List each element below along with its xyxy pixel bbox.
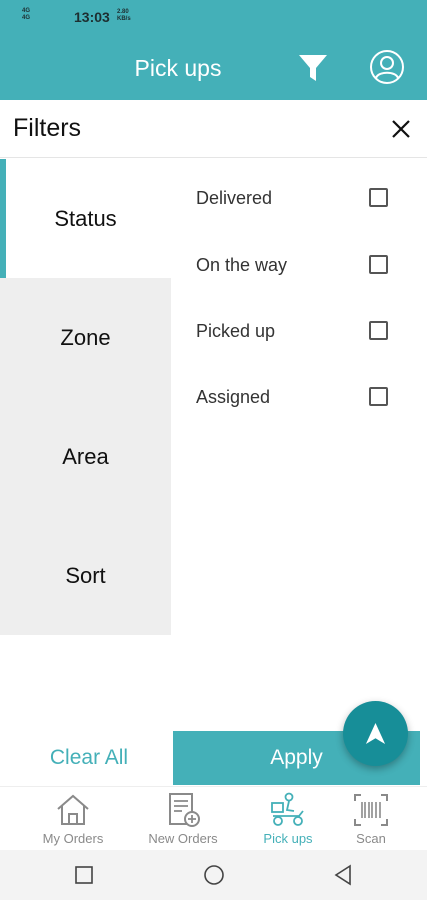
new-order-document-icon xyxy=(169,793,200,827)
delivery-scooter-icon xyxy=(271,792,304,826)
navigation-arrow-icon xyxy=(365,722,386,745)
nav-new-orders[interactable]: New Orders xyxy=(138,787,228,851)
tab-zone[interactable]: Zone xyxy=(0,278,171,397)
status-bar: 4G 4G 13:03 2.80 KB/s xyxy=(0,0,427,34)
tab-sort[interactable]: Sort xyxy=(0,516,171,635)
filter-funnel-icon[interactable] xyxy=(297,52,329,84)
network-speed: 2.80 KB/s xyxy=(117,9,131,23)
checkbox-on-the-way[interactable] xyxy=(369,255,388,274)
tab-label: Status xyxy=(54,205,117,231)
network-type-1: 4G xyxy=(22,8,31,14)
option-picked-up[interactable]: Picked up xyxy=(196,311,396,351)
barcode-scan-icon xyxy=(354,794,388,826)
nav-label: Scan xyxy=(356,831,386,846)
nav-label: New Orders xyxy=(148,831,218,846)
network-type-2: 4G xyxy=(22,15,31,21)
tab-label: Zone xyxy=(60,324,111,350)
back-triangle-icon[interactable] xyxy=(332,864,354,886)
clock: 13:03 xyxy=(74,9,110,25)
navigation-fab[interactable] xyxy=(343,701,408,766)
checkbox-picked-up[interactable] xyxy=(369,321,388,340)
system-navigation-bar xyxy=(0,850,427,900)
option-label: On the way xyxy=(196,255,288,275)
checkbox-delivered[interactable] xyxy=(369,188,388,207)
tab-label: Sort xyxy=(65,562,106,588)
checkbox-assigned[interactable] xyxy=(369,387,388,406)
clear-all-button[interactable]: Clear All xyxy=(24,740,154,776)
speed-value: 2.80 xyxy=(117,9,129,15)
recents-square-icon[interactable] xyxy=(73,864,95,886)
tab-area[interactable]: Area xyxy=(0,397,171,516)
option-label: Assigned xyxy=(196,387,271,407)
nav-pick-ups[interactable]: Pick ups xyxy=(250,787,326,851)
home-icon xyxy=(57,794,89,825)
option-assigned[interactable]: Assigned xyxy=(196,377,396,417)
filters-heading: Filters xyxy=(13,114,82,142)
speed-unit: KB/s xyxy=(117,16,131,22)
network-indicator: 4G 4G xyxy=(22,8,30,22)
nav-scan[interactable]: Scan xyxy=(343,787,399,851)
nav-my-orders[interactable]: My Orders xyxy=(30,787,116,851)
app-header: Pick ups xyxy=(0,34,427,100)
option-on-the-way[interactable]: On the way xyxy=(196,245,396,285)
home-circle-icon[interactable] xyxy=(203,864,225,886)
option-label: Delivered xyxy=(196,188,273,208)
filter-category-tabs: Status Zone Area Sort xyxy=(0,159,171,635)
user-circle-icon[interactable] xyxy=(369,49,405,85)
nav-label: Pick ups xyxy=(263,831,313,846)
nav-label: My Orders xyxy=(42,831,104,846)
filters-header: Filters xyxy=(0,100,427,158)
option-delivered[interactable]: Delivered xyxy=(196,178,396,218)
option-label: Picked up xyxy=(196,321,276,341)
bottom-navigation: My Orders New Orders Pick ups Scan xyxy=(0,786,427,850)
tab-status[interactable]: Status xyxy=(0,159,171,278)
tab-label: Area xyxy=(62,443,109,469)
close-icon[interactable] xyxy=(390,118,412,140)
